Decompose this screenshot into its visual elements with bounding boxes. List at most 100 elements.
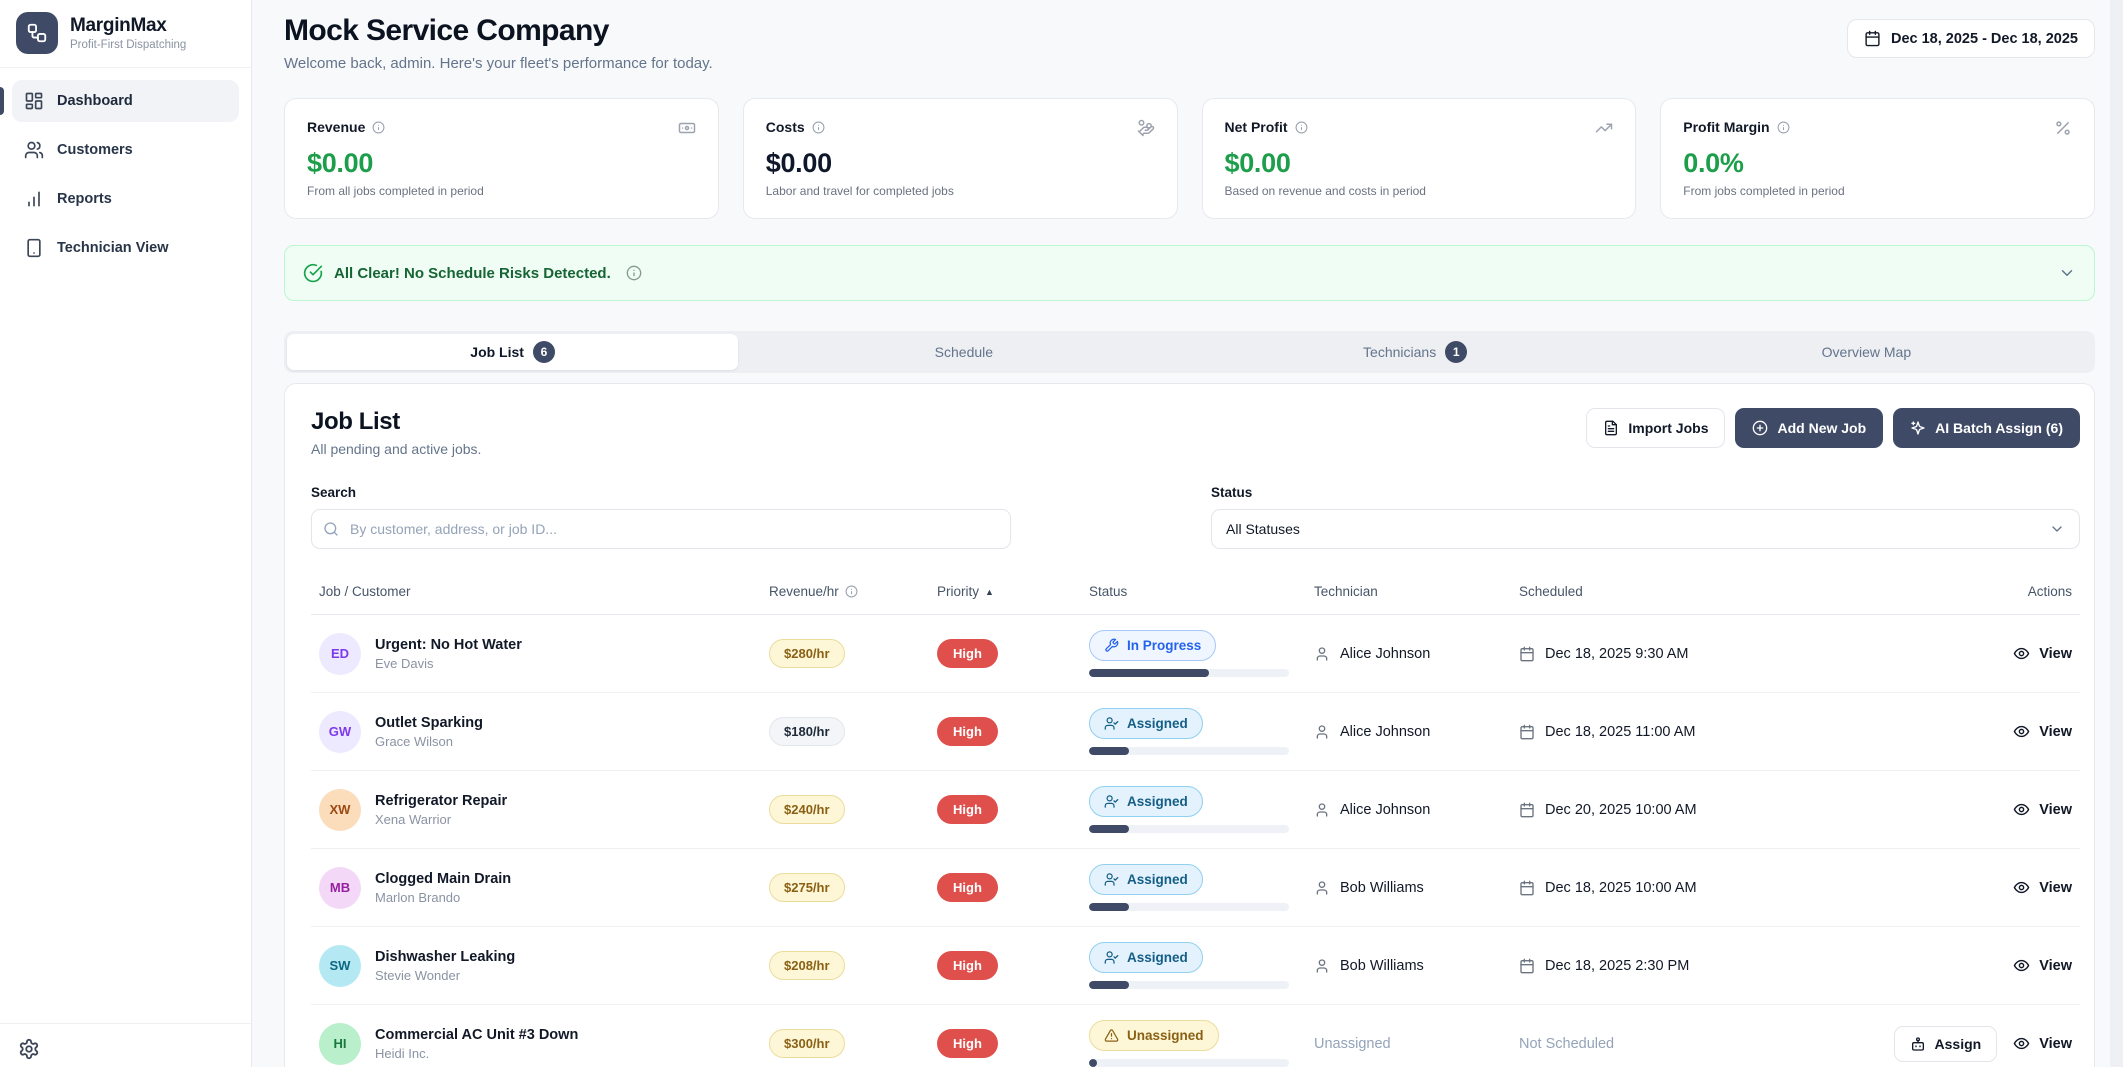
technician-name: Unassigned (1314, 1036, 1391, 1052)
date-range-label: Dec 18, 2025 - Dec 18, 2025 (1891, 31, 2078, 47)
column-header-priority[interactable]: Priority ▲ (937, 584, 1089, 599)
status-label: Assigned (1127, 950, 1188, 965)
brand-tagline: Profit-First Dispatching (70, 39, 186, 51)
kpi-card-net-profit: Net Profit $0.00 Based on revenue and co… (1202, 98, 1637, 219)
priority-badge: High (937, 873, 998, 902)
view-button[interactable]: View (2013, 723, 2072, 740)
search-input[interactable] (311, 509, 1011, 549)
row-calendar-icon (1519, 802, 1535, 818)
sidebar: MarginMax Profit-First Dispatching Dashb… (0, 0, 252, 1067)
table-row: XW Refrigerator Repair Xena Warrior $240… (311, 771, 2080, 849)
schedule-risk-banner[interactable]: All Clear! No Schedule Risks Detected. (284, 245, 2095, 301)
kpi-card-costs: Costs $0.00 Labor and travel for complet… (743, 98, 1178, 219)
status-icon (1104, 1028, 1119, 1043)
user-icon (1314, 646, 1330, 662)
job-title: Commercial AC Unit #3 Down (375, 1027, 578, 1043)
view-label: View (2039, 802, 2072, 818)
customer-name: Stevie Wonder (375, 968, 515, 983)
view-label: View (2039, 958, 2072, 974)
customer-name: Xena Warrior (375, 812, 507, 827)
sidebar-item-label: Customers (57, 142, 133, 158)
tab-overview-map[interactable]: Overview Map (1641, 334, 2092, 370)
chevron-down-icon[interactable] (2058, 264, 2076, 282)
status-badge: Assigned (1089, 864, 1203, 895)
info-icon[interactable] (812, 121, 825, 134)
section-title: Job List (311, 408, 481, 436)
row-calendar-icon (1519, 646, 1535, 662)
status-select[interactable]: All Statuses (1211, 509, 2080, 549)
priority-badge: High (937, 1029, 998, 1058)
eye-icon (2013, 645, 2030, 662)
sidebar-item-dashboard[interactable]: Dashboard (12, 80, 239, 122)
user-icon (1314, 958, 1330, 974)
sort-asc-indicator: ▲ (985, 587, 994, 597)
sidebar-item-customers[interactable]: Customers (12, 129, 239, 171)
date-range-button[interactable]: Dec 18, 2025 - Dec 18, 2025 (1847, 19, 2095, 58)
view-button[interactable]: View (2013, 1035, 2072, 1052)
view-button[interactable]: View (2013, 957, 2072, 974)
status-label: Status (1211, 485, 2080, 500)
info-icon[interactable] (626, 265, 642, 281)
progress-fill (1089, 669, 1209, 677)
tab-job-list[interactable]: Job List 6 (287, 334, 738, 370)
section-subtitle: All pending and active jobs. (311, 441, 481, 457)
brand-name: MarginMax (70, 15, 186, 37)
sidebar-item-technician-view[interactable]: Technician View (12, 227, 239, 269)
scheduled-text: Not Scheduled (1519, 1036, 1614, 1052)
scrollbar-track[interactable] (2110, 0, 2123, 1067)
user-icon (1314, 724, 1330, 740)
search-icon (323, 521, 339, 537)
page-header: Mock Service Company Welcome back, admin… (284, 14, 2109, 72)
technician-cell: Bob Williams (1314, 880, 1519, 896)
scheduled-text: Dec 18, 2025 9:30 AM (1545, 646, 1689, 662)
sparkles-icon (1910, 420, 1926, 436)
tab-label: Overview Map (1822, 344, 1911, 360)
kpi-value: $0.00 (1225, 148, 1614, 179)
ai-batch-assign-button[interactable]: AI Batch Assign (6) (1893, 408, 2080, 448)
status-icon (1104, 950, 1119, 965)
technician-name: Bob Williams (1340, 958, 1424, 974)
priority-badge: High (937, 717, 998, 746)
gear-icon[interactable] (18, 1038, 40, 1060)
view-label: View (2039, 646, 2072, 662)
table-row: GW Outlet Sparking Grace Wilson $180/hr … (311, 693, 2080, 771)
import-jobs-button[interactable]: Import Jobs (1586, 408, 1725, 448)
banknote-icon (678, 119, 696, 137)
tab-schedule[interactable]: Schedule (738, 334, 1189, 370)
scheduled-text: Dec 18, 2025 2:30 PM (1545, 958, 1689, 974)
view-button[interactable]: View (2013, 879, 2072, 896)
status-badge: Assigned (1089, 708, 1203, 739)
revenue-pill: $240/hr (769, 795, 845, 824)
assign-button[interactable]: Assign (1894, 1026, 1998, 1062)
sidebar-item-reports[interactable]: Reports (12, 178, 239, 220)
view-button[interactable]: View (2013, 801, 2072, 818)
row-calendar-icon (1519, 724, 1535, 740)
job-title: Urgent: No Hot Water (375, 637, 522, 653)
sidebar-item-label: Dashboard (57, 93, 133, 109)
kpi-value: 0.0% (1683, 148, 2072, 179)
scheduled-cell: Dec 18, 2025 2:30 PM (1519, 958, 1884, 974)
revenue-pill: $300/hr (769, 1029, 845, 1058)
status-label: In Progress (1127, 638, 1201, 653)
avatar: GW (319, 711, 361, 753)
info-icon[interactable] (845, 585, 858, 598)
add-new-job-button[interactable]: Add New Job (1735, 408, 1883, 448)
scheduled-cell: Dec 18, 2025 9:30 AM (1519, 646, 1884, 662)
technician-name: Alice Johnson (1340, 646, 1430, 662)
main-content: Mock Service Company Welcome back, admin… (252, 0, 2123, 1067)
technician-cell: Alice Johnson (1314, 802, 1519, 818)
scheduled-cell: Not Scheduled (1519, 1036, 1884, 1052)
avatar: MB (319, 867, 361, 909)
info-icon[interactable] (372, 121, 385, 134)
button-label: Import Jobs (1628, 420, 1708, 436)
tab-label: Technicians (1363, 344, 1436, 360)
scheduled-text: Dec 18, 2025 10:00 AM (1545, 880, 1697, 896)
progress-bar (1089, 981, 1289, 989)
tab-technicians[interactable]: Technicians 1 (1190, 334, 1641, 370)
progress-bar (1089, 747, 1289, 755)
kpi-card-revenue: Revenue $0.00 From all jobs completed in… (284, 98, 719, 219)
view-button[interactable]: View (2013, 645, 2072, 662)
progress-fill (1089, 747, 1129, 755)
info-icon[interactable] (1777, 121, 1790, 134)
info-icon[interactable] (1295, 121, 1308, 134)
